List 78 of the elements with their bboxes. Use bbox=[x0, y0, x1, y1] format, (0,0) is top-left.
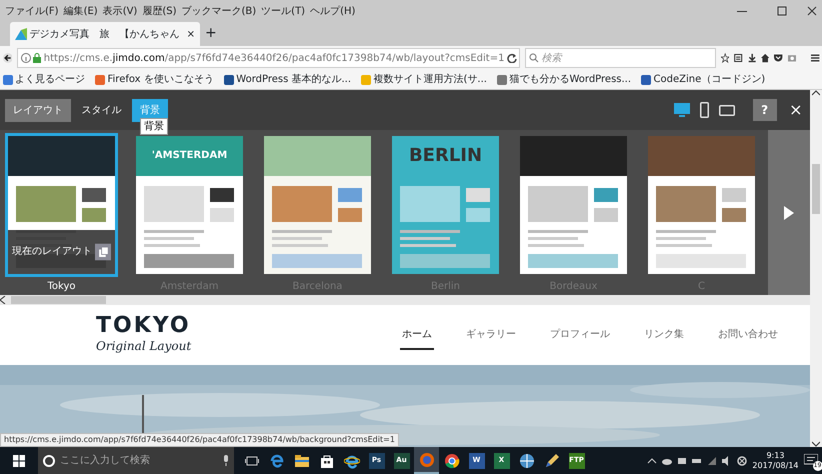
reload-icon[interactable] bbox=[506, 53, 517, 63]
site-nav-link[interactable]: お問い合わせ bbox=[716, 320, 780, 350]
menu-item[interactable]: ツール(T) bbox=[261, 4, 306, 18]
right-arrow-icon bbox=[784, 206, 794, 220]
pocket-icon[interactable] bbox=[774, 52, 783, 64]
editor-tab[interactable]: レイアウト bbox=[5, 98, 71, 122]
browser-tab[interactable]: デジカメ写真 旅 【かんちゃん × bbox=[10, 22, 200, 46]
current-layout-label: 現在のレイアウト bbox=[12, 245, 92, 259]
folder-icon bbox=[294, 452, 310, 468]
bookmark-star-icon[interactable] bbox=[720, 52, 730, 64]
menu-icon[interactable] bbox=[811, 52, 820, 64]
bookmark-link[interactable]: 猫でも分かるWordPress... bbox=[509, 72, 632, 87]
search-icon bbox=[528, 53, 539, 63]
site-nav-link[interactable]: ホーム bbox=[400, 320, 434, 350]
cortana-icon bbox=[43, 454, 55, 466]
thumbnail-heading: BERLIN bbox=[408, 144, 484, 168]
jimdo-logo-icon bbox=[15, 28, 27, 40]
chrome-icon bbox=[444, 452, 460, 468]
close-icon[interactable] bbox=[807, 6, 817, 16]
lock-icon bbox=[33, 53, 42, 63]
site-nav-link[interactable]: プロフィール bbox=[548, 320, 612, 350]
tablet-icon[interactable] bbox=[719, 104, 736, 116]
site-nav-link[interactable]: リンク集 bbox=[642, 320, 686, 350]
scroll-thumb[interactable] bbox=[11, 296, 106, 304]
menu-item[interactable]: 表示(V) bbox=[102, 4, 138, 18]
menu-item[interactable]: ヘルプ(H) bbox=[310, 4, 356, 18]
phone-icon[interactable] bbox=[700, 102, 710, 118]
screenshot-icon[interactable] bbox=[788, 52, 796, 64]
shopping-bag-icon bbox=[318, 452, 334, 468]
bookmark-link[interactable]: 複数サイト運用方法(サ... bbox=[374, 72, 487, 87]
menu-item[interactable]: ブックマーク(B) bbox=[182, 4, 256, 18]
blocked-icon[interactable] bbox=[737, 456, 748, 466]
copy-icon[interactable] bbox=[94, 242, 111, 262]
firefox-icon bbox=[418, 452, 434, 468]
maximize-icon[interactable] bbox=[777, 6, 787, 16]
bookmark-link[interactable]: CodeZine（コードジン) bbox=[654, 72, 766, 87]
browser-e-icon bbox=[268, 452, 284, 468]
scroll-thumb[interactable] bbox=[812, 164, 820, 214]
taskbar-search-field[interactable]: ここに入力して検索 bbox=[38, 447, 234, 474]
site-logo[interactable]: TOKYO bbox=[96, 315, 192, 337]
network-icon[interactable] bbox=[677, 456, 688, 466]
bookmark-link[interactable]: Firefox を使いこなそう bbox=[108, 72, 214, 87]
menu-item[interactable]: 編集(E) bbox=[64, 4, 98, 18]
bookmark-link[interactable]: WordPress 基本的なル... bbox=[236, 72, 352, 87]
layout-name: Tokyo bbox=[46, 280, 76, 294]
tooltip: 背景 bbox=[140, 118, 168, 135]
wifi-icon[interactable] bbox=[707, 456, 718, 466]
horizontal-scrollbar[interactable] bbox=[0, 295, 810, 305]
microphone-icon bbox=[223, 455, 229, 466]
help-button[interactable]: ? bbox=[752, 99, 777, 121]
info-icon bbox=[20, 53, 31, 63]
address-field[interactable]: https://cms.e.jimdo.com/app/s7f6fd74e36440f26/pac4af0fc17398b74/wb/layout?cmsEdit=1 bbox=[17, 48, 520, 68]
up-caret-icon[interactable] bbox=[647, 456, 658, 466]
menu-item[interactable]: 履歴(S) bbox=[142, 4, 176, 18]
windows-icon bbox=[13, 454, 25, 466]
desktop-icon[interactable] bbox=[674, 103, 690, 117]
tab-title: デジカメ写真 旅 【かんちゃん bbox=[30, 28, 180, 42]
globe-icon bbox=[518, 452, 534, 468]
reader-icon[interactable] bbox=[734, 52, 743, 64]
layout-thumbnail[interactable]: 現在のレイアウト bbox=[5, 132, 118, 276]
status-url: https://cms.e.jimdo.com/app/s7f6fd74e36440f26/pac4af0fc17398b74/wb/background?cmsEdit=1 bbox=[0, 433, 399, 447]
new-tab-button[interactable]: + bbox=[205, 22, 217, 46]
site-tagline: Original Layout bbox=[96, 338, 192, 355]
site-nav-link[interactable]: ギャラリー bbox=[464, 320, 518, 350]
bookmark-link[interactable]: よく見るページ bbox=[15, 72, 85, 87]
pen-icon bbox=[544, 452, 560, 468]
vertical-scrollbar[interactable] bbox=[810, 90, 822, 447]
home-icon[interactable] bbox=[761, 52, 770, 64]
download-icon[interactable] bbox=[748, 52, 756, 64]
menu-item[interactable]: ファイル(F) bbox=[5, 4, 59, 18]
editor-tab[interactable]: スタイル bbox=[74, 98, 130, 122]
tab-close-button[interactable]: × bbox=[186, 26, 195, 42]
back-icon[interactable] bbox=[2, 51, 12, 65]
thumbnail-heading: 'AMSTERDAM bbox=[150, 148, 228, 162]
clock[interactable]: 9:13 2017/08/14 bbox=[752, 450, 798, 470]
close-button[interactable]: × bbox=[789, 102, 802, 118]
layout-thumbnail[interactable]: BERLIN bbox=[389, 132, 502, 276]
task-view-icon bbox=[244, 456, 258, 466]
